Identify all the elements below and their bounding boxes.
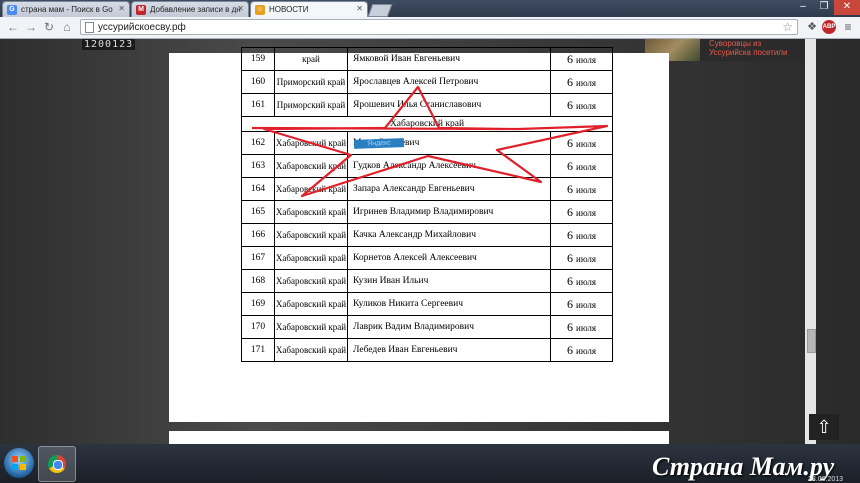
back-arrow-icon[interactable]: ←	[6, 20, 20, 34]
next-document-page	[169, 431, 669, 445]
close-tab-icon[interactable]: ✕	[237, 4, 244, 13]
m-favicon-icon: M	[136, 5, 146, 15]
close-tab-icon[interactable]: ✕	[356, 4, 363, 13]
tab-label: НОВОСТИ	[269, 5, 309, 14]
url-text[interactable]: уссурийскоесву.рф	[98, 22, 186, 33]
scroll-to-top-button[interactable]: ⇧	[809, 414, 839, 440]
tab-news[interactable]: ☺ НОВОСТИ ✕	[250, 1, 368, 17]
news-widget[interactable]: Суворовцы из Уссурийска посетили	[645, 39, 805, 61]
star-outline	[251, 85, 609, 198]
tab-google-search[interactable]: G страна мам - Поиск в Go ✕	[2, 1, 130, 17]
browser-toolbar: ← → ↻ ⌂ уссурийскоесву.рф ☆	[0, 17, 860, 39]
taskbar-chrome-button[interactable]	[38, 446, 76, 482]
tab-label: Добавление записи в дн	[150, 5, 241, 14]
tab-label: страна мам - Поиск в Go	[21, 5, 113, 14]
document-page: 159 край Ямковой Иван Евгеньевич 6 июля 160 П…	[169, 47, 669, 422]
home-icon[interactable]: ⌂	[60, 20, 74, 34]
red-star-annotation	[251, 85, 609, 198]
menu-icon[interactable]: ≡	[842, 20, 854, 34]
reload-icon[interactable]: ↻	[42, 20, 56, 34]
windows-logo-icon	[12, 456, 26, 470]
close-window-icon[interactable]: ✕	[834, 0, 860, 15]
adblock-icon[interactable]: ABP	[822, 20, 836, 34]
tab-strip: G страна мам - Поиск в Go ✕ M Добавление…	[0, 0, 860, 17]
scrollbar-thumb[interactable]	[807, 329, 816, 353]
start-button[interactable]	[4, 448, 34, 478]
page-icon	[85, 22, 94, 33]
vertical-scrollbar[interactable]	[805, 39, 816, 444]
close-tab-icon[interactable]: ✕	[118, 4, 125, 13]
forward-arrow-icon[interactable]: →	[24, 20, 38, 34]
maximize-icon[interactable]: ❐	[814, 0, 834, 15]
page-viewport: 1200123 Суворовцы из Уссурийска посетили…	[0, 39, 860, 445]
site-favicon-icon: ☺	[255, 5, 265, 15]
new-tab-button[interactable]	[367, 4, 393, 17]
visitor-counter: 1200123	[82, 39, 136, 50]
brand-logo: Страна Мам.ру	[652, 452, 835, 481]
clock-date: 28.06.2013	[808, 476, 844, 483]
windows-taskbar: Страна Мам.ру 28.06.2013	[0, 444, 860, 483]
minimize-icon[interactable]: –	[792, 0, 814, 15]
extension-icon[interactable]: ❖	[805, 20, 819, 34]
bookmark-star-icon[interactable]: ☆	[782, 20, 793, 34]
news-headline[interactable]: Суворовцы из Уссурийска посетили	[709, 39, 804, 57]
google-favicon-icon: G	[7, 5, 17, 15]
address-bar[interactable]: уссурийскоесву.рф ☆	[80, 19, 798, 35]
chrome-icon	[48, 455, 66, 473]
tab-diary-entry[interactable]: M Добавление записи в дн ✕	[131, 1, 249, 17]
